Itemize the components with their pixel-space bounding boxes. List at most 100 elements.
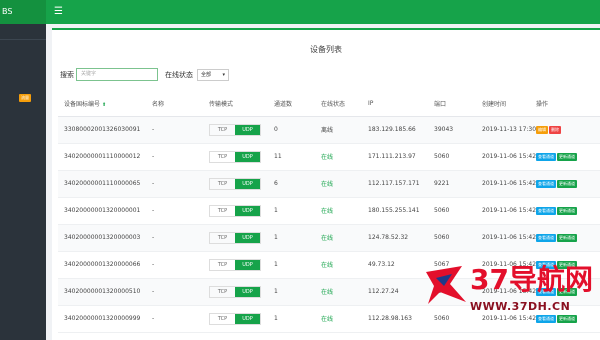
tcp-button[interactable]: TCP bbox=[210, 206, 235, 216]
device-id-cell: 34020000001320000999 bbox=[58, 305, 152, 333]
transport-cell: TCP UDP bbox=[209, 278, 274, 306]
transport-toggle: TCP UDP bbox=[209, 204, 261, 217]
port-cell: 5060 bbox=[434, 143, 482, 171]
udp-button[interactable]: UDP bbox=[235, 313, 260, 324]
actions-cell: 查看通道 更新通道 bbox=[536, 224, 600, 252]
hamburger-icon[interactable]: ☰ bbox=[54, 6, 63, 18]
ip-cell: 124.78.52.32 bbox=[368, 224, 434, 252]
transport-cell: TCP UDP bbox=[209, 305, 274, 333]
channel-count-cell: 1 bbox=[274, 278, 321, 306]
update-channels-button[interactable]: 更新通道 bbox=[557, 152, 577, 161]
udp-button[interactable]: UDP bbox=[235, 232, 260, 243]
udp-button[interactable]: UDP bbox=[235, 124, 260, 135]
tcp-button[interactable]: TCP bbox=[210, 179, 235, 189]
device-id-cell: 34020000001320000510 bbox=[58, 278, 152, 306]
watermark-url: WWW.37DH.CN bbox=[470, 300, 571, 313]
tcp-button[interactable]: TCP bbox=[210, 125, 235, 135]
status-select[interactable]: 全部 ▾ bbox=[197, 68, 229, 81]
tcp-button[interactable]: TCP bbox=[210, 260, 235, 270]
table-row: 34020000001110000012- TCP UDP 11 在线 171.111.2… bbox=[58, 143, 600, 171]
watermark: 37导航网 WWW.37DH.CN bbox=[422, 262, 600, 332]
udp-button[interactable]: UDP bbox=[235, 151, 260, 162]
online-status-cell: 在线 bbox=[321, 278, 368, 306]
table-header-row: 设备国标编号 ⬆ 名称 传输模式 通道数 在线状态 IP 端口 创建时间 操作 bbox=[58, 92, 600, 117]
created-time-cell: 2019-11-06 15:42 bbox=[482, 170, 536, 198]
transport-toggle: TCP UDP bbox=[209, 231, 261, 244]
channel-count-cell: 1 bbox=[274, 224, 321, 252]
col-header-status: 在线状态 bbox=[321, 92, 368, 117]
transport-cell: TCP UDP bbox=[209, 170, 274, 198]
watermark-title: 37导航网 bbox=[470, 263, 593, 296]
view-channels-button[interactable]: 查看通道 bbox=[536, 206, 556, 215]
update-channels-button[interactable]: 更新通道 bbox=[557, 233, 577, 242]
status-filter-label: 在线状态 bbox=[165, 70, 193, 79]
device-name-cell: - bbox=[152, 143, 209, 171]
device-id-cell: 34020000001110000065 bbox=[58, 170, 152, 198]
chevron-down-icon: ▾ bbox=[222, 71, 225, 78]
tcp-button[interactable]: TCP bbox=[210, 233, 235, 243]
actions-cell: 编辑 删除 bbox=[536, 116, 600, 144]
created-time-cell: 2019-11-06 15:42 bbox=[482, 224, 536, 252]
col-header-name: 名称 bbox=[152, 92, 209, 117]
device-id-cell: 34020000001110000012 bbox=[58, 143, 152, 171]
channel-count-cell: 6 bbox=[274, 170, 321, 198]
online-status-cell: 在线 bbox=[321, 143, 368, 171]
device-id-cell: 33080002001326030091 bbox=[58, 116, 152, 144]
channel-count-cell: 1 bbox=[274, 197, 321, 225]
port-cell: 9221 bbox=[434, 170, 482, 198]
online-status-cell: 在线 bbox=[321, 197, 368, 225]
sidebar: 流量 bbox=[0, 24, 46, 340]
device-name-cell: - bbox=[152, 197, 209, 225]
transport-toggle: TCP UDP bbox=[209, 123, 261, 136]
actions-cell: 查看通道 更新通道 bbox=[536, 197, 600, 225]
actions-cell: 查看通道 更新通道 bbox=[536, 170, 600, 198]
channel-count-cell: 1 bbox=[274, 251, 321, 279]
ip-cell: 180.155.255.141 bbox=[368, 197, 434, 225]
table-row: 34020000001320000001- TCP UDP 1 在线 180.155.25… bbox=[58, 197, 600, 225]
device-id-cell: 34020000001320000066 bbox=[58, 251, 152, 279]
col-header-port: 端口 bbox=[434, 92, 482, 117]
created-time-cell: 2019-11-13 17:30 bbox=[482, 116, 536, 144]
online-status-cell: 离线 bbox=[321, 116, 368, 144]
col-header-id[interactable]: 设备国标编号 ⬆ bbox=[58, 92, 152, 117]
device-name-cell: - bbox=[152, 170, 209, 198]
status-select-value: 全部 bbox=[201, 71, 212, 78]
port-cell: 5060 bbox=[434, 197, 482, 225]
created-time-cell: 2019-11-06 15:42 bbox=[482, 143, 536, 171]
delete-button[interactable]: 删除 bbox=[549, 125, 561, 134]
search-input[interactable]: 关键字 bbox=[76, 68, 158, 81]
update-channels-button[interactable]: 更新通道 bbox=[557, 179, 577, 188]
online-status-cell: 在线 bbox=[321, 251, 368, 279]
device-name-cell: - bbox=[152, 305, 209, 333]
view-channels-button[interactable]: 查看通道 bbox=[536, 233, 556, 242]
udp-button[interactable]: UDP bbox=[235, 259, 260, 270]
ip-cell: 112.117.157.171 bbox=[368, 170, 434, 198]
transport-cell: TCP UDP bbox=[209, 116, 274, 144]
udp-button[interactable]: UDP bbox=[235, 178, 260, 189]
view-channels-button[interactable]: 查看通道 bbox=[536, 152, 556, 161]
transport-toggle: TCP UDP bbox=[209, 258, 261, 271]
transport-cell: TCP UDP bbox=[209, 197, 274, 225]
channel-count-cell: 11 bbox=[274, 143, 321, 171]
table-row: 34020000001320000003- TCP UDP 1 在线 124.78.52.… bbox=[58, 224, 600, 252]
tcp-button[interactable]: TCP bbox=[210, 152, 235, 162]
udp-button[interactable]: UDP bbox=[235, 286, 260, 297]
col-header-actions: 操作 bbox=[536, 92, 600, 117]
sidebar-divider bbox=[0, 39, 46, 40]
sidebar-badge: 流量 bbox=[19, 94, 31, 102]
edit-button[interactable]: 编辑 bbox=[536, 125, 548, 134]
udp-button[interactable]: UDP bbox=[235, 205, 260, 216]
transport-toggle: TCP UDP bbox=[209, 177, 261, 190]
port-cell: 39043 bbox=[434, 116, 482, 144]
sort-icon[interactable]: ⬆ bbox=[102, 102, 106, 108]
view-channels-button[interactable]: 查看通道 bbox=[536, 179, 556, 188]
tcp-button[interactable]: TCP bbox=[210, 314, 235, 324]
transport-cell: TCP UDP bbox=[209, 224, 274, 252]
filter-bar: 搜索 关键字 在线状态 全部 ▾ bbox=[60, 68, 229, 81]
tcp-button[interactable]: TCP bbox=[210, 287, 235, 297]
col-header-ip: IP bbox=[368, 92, 434, 117]
transport-cell: TCP UDP bbox=[209, 143, 274, 171]
transport-toggle: TCP UDP bbox=[209, 312, 261, 325]
update-channels-button[interactable]: 更新通道 bbox=[557, 206, 577, 215]
col-header-transport: 传输模式 bbox=[209, 92, 274, 117]
